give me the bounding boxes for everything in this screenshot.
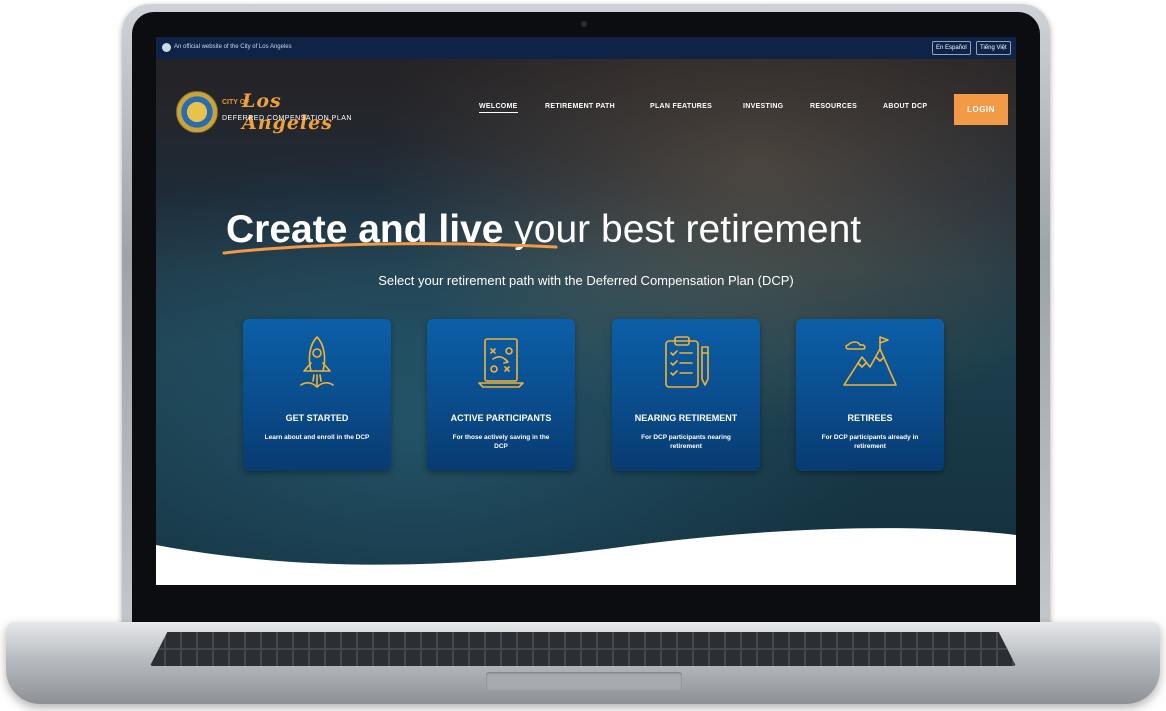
path-card-get-started[interactable]: GET STARTED Learn about and enroll in th… [243,319,391,471]
login-button[interactable]: LOGIN [954,94,1008,125]
laptop-screen: An official website of the City of Los A… [156,37,1016,585]
headline-underline-swoosh [222,242,558,255]
site-logo[interactable]: CITY OF Los Angeles DEFERRED COMPENSATIO… [176,90,376,134]
language-vietnamese-button[interactable]: Tiếng Việt [976,41,1011,55]
logo-plan-text: DEFERRED COMPENSATION PLAN [222,115,352,122]
card-title: GET STARTED [285,413,349,423]
city-seal-small-icon [162,43,171,52]
hero-subheading: Select your retirement path with the Def… [378,273,794,288]
webcam-icon [581,21,587,27]
laptop-keyboard [150,632,1016,666]
nav-item-resources[interactable]: RESOURCES [810,103,857,110]
city-seal-icon [176,91,218,133]
card-description: Learn about and enroll in the DCP [264,434,370,441]
hero-bottom-wave [156,528,1016,585]
nav-item-retirement-path[interactable]: RETIREMENT PATH [545,103,615,110]
official-site-bar: An official website of the City of Los A… [156,37,1016,59]
strategy-board-icon [478,338,524,388]
clipboard-checklist-icon [665,336,709,388]
card-title: RETIREES [847,413,893,423]
logo-los-angeles-text: Los Angeles [242,90,333,134]
nav-item-about-dcp[interactable]: ABOUT DCP [883,103,927,110]
card-title: ACTIVE PARTICIPANTS [450,413,552,423]
card-description: For DCP participants already in retireme… [821,434,919,450]
card-title: NEARING RETIREMENT [634,413,738,423]
mountain-flag-icon [843,336,897,386]
card-description: For DCP participants nearing retirement [641,434,731,450]
nav-item-investing[interactable]: INVESTING [743,103,783,110]
hero-section: CITY OF Los Angeles DEFERRED COMPENSATIO… [156,59,1016,585]
laptop-trackpad [486,672,682,690]
path-card-retirees[interactable]: RETIREES For DCP participants already in… [796,319,944,471]
nav-item-plan-features[interactable]: PLAN FEATURES [650,103,712,110]
path-card-active-participants[interactable]: ACTIVE PARTICIPANTS For those actively s… [427,319,575,471]
rocket-icon [300,336,334,388]
nav-item-welcome[interactable]: WELCOME [479,103,518,113]
card-description: For those actively saving in the DCP [452,434,550,450]
official-site-text: An official website of the City of Los A… [174,44,292,50]
language-spanish-button[interactable]: En Español [932,41,971,55]
path-card-nearing-retirement[interactable]: NEARING RETIREMENT For DCP participants … [612,319,760,471]
